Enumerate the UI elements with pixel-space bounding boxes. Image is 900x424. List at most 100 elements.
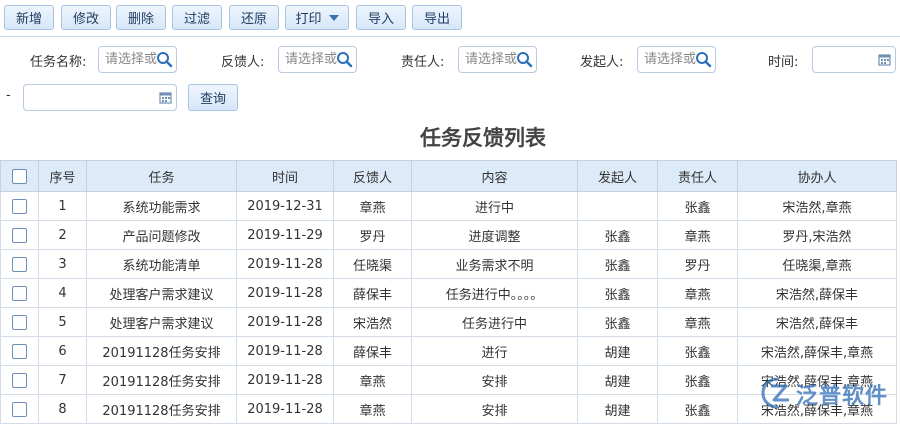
table-cell[interactable]: 处理客户需求建议: [86, 307, 237, 337]
table-cell[interactable]: 胡建: [577, 365, 658, 395]
watermark-logo: 泛普软件: [760, 376, 900, 410]
table-cell[interactable]: 系统功能清单: [86, 249, 237, 279]
select-all-cell[interactable]: [0, 160, 39, 192]
row-checkbox[interactable]: [12, 343, 27, 359]
row-select-cell[interactable]: [0, 394, 39, 424]
table-cell[interactable]: 薛保丰: [333, 278, 412, 308]
table-cell[interactable]: 产品问题修改: [86, 220, 237, 250]
table-cell: 2019-11-28: [236, 307, 334, 337]
table-cell[interactable]: 张鑫: [657, 191, 738, 221]
row-select-cell[interactable]: [0, 365, 39, 395]
column-header[interactable]: 时间: [236, 160, 334, 192]
table-cell: 2: [38, 220, 87, 250]
table-row[interactable]: 4 处理客户需求建议 2019-11-28 薛保丰 任务进行中。。。。 张鑫 章燕 宋浩然,薛…: [0, 278, 897, 308]
row-select-cell[interactable]: [0, 336, 39, 366]
table-row[interactable]: 1 系统功能需求 2019-12-31 章燕 进行中 张鑫 宋浩然,章燕: [0, 191, 897, 221]
export-button[interactable]: 导出: [412, 5, 462, 30]
logo-icon: [761, 377, 789, 409]
table-cell[interactable]: 罗丹: [333, 220, 412, 250]
calendar-icon[interactable]: [159, 91, 172, 104]
row-checkbox[interactable]: [12, 401, 27, 417]
column-header[interactable]: 发起人: [577, 160, 658, 192]
table-cell[interactable]: 20191128任务安排: [86, 365, 237, 395]
filter-button[interactable]: 过滤: [172, 5, 222, 30]
table-cell[interactable]: 20191128任务安排: [86, 336, 237, 366]
row-select-cell[interactable]: [0, 278, 39, 308]
restore-button[interactable]: 还原: [229, 5, 279, 30]
row-checkbox[interactable]: [12, 372, 27, 388]
table-cell: 2019-11-28: [236, 394, 334, 424]
table-cell[interactable]: 处理客户需求建议: [86, 278, 237, 308]
print-button[interactable]: 打印: [285, 5, 349, 30]
table-cell[interactable]: 张鑫: [657, 336, 738, 366]
table-cell[interactable]: 胡建: [577, 336, 658, 366]
table-cell[interactable]: 系统功能需求: [86, 191, 237, 221]
initiator-input[interactable]: 请选择或: [637, 46, 716, 73]
table-cell: 进行: [411, 336, 578, 366]
table-row[interactable]: 5 处理客户需求建议 2019-11-28 宋浩然 任务进行中 张鑫 章燕 宋浩然,薛保丰: [0, 307, 897, 337]
table-cell[interactable]: 章燕: [657, 220, 738, 250]
row-checkbox[interactable]: [12, 256, 27, 272]
table-cell[interactable]: 罗丹: [657, 249, 738, 279]
row-select-cell[interactable]: [0, 191, 39, 221]
table-cell[interactable]: 章燕: [333, 191, 412, 221]
row-checkbox[interactable]: [12, 198, 27, 214]
table-cell[interactable]: 宋浩然: [333, 307, 412, 337]
search-icon[interactable]: [156, 51, 173, 68]
task-name-input[interactable]: 请选择或: [98, 46, 177, 73]
search-icon[interactable]: [516, 51, 533, 68]
table-cell[interactable]: 章燕: [333, 394, 412, 424]
table-cell[interactable]: 张鑫: [577, 249, 658, 279]
column-header[interactable]: 序号: [38, 160, 87, 192]
row-checkbox[interactable]: [12, 227, 27, 243]
calendar-icon[interactable]: [878, 53, 891, 66]
table-cell[interactable]: 薛保丰: [333, 336, 412, 366]
table-cell: 罗丹,宋浩然: [737, 220, 897, 250]
row-select-cell[interactable]: [0, 249, 39, 279]
table-cell[interactable]: [577, 191, 658, 221]
feedback-person-input[interactable]: 请选择或: [278, 46, 357, 73]
table-row[interactable]: 6 20191128任务安排 2019-11-28 薛保丰 进行 胡建 张鑫 宋浩然,薛保丰,…: [0, 336, 897, 366]
table-cell[interactable]: 章燕: [657, 278, 738, 308]
row-select-cell[interactable]: [0, 307, 39, 337]
table-cell: 5: [38, 307, 87, 337]
query-button[interactable]: 查询: [188, 84, 238, 111]
select-all-checkbox[interactable]: [12, 168, 27, 184]
delete-button[interactable]: 删除: [116, 5, 166, 30]
range-dash: -: [6, 88, 11, 103]
table-cell[interactable]: 张鑫: [657, 365, 738, 395]
query-button-label: 查询: [199, 92, 226, 107]
table-cell[interactable]: 章燕: [333, 365, 412, 395]
add-button[interactable]: 新增: [4, 5, 54, 30]
table-cell: 2019-11-28: [236, 249, 334, 279]
responsible-person-input[interactable]: 请选择或: [458, 46, 537, 73]
table-cell[interactable]: 张鑫: [577, 278, 658, 308]
table-row[interactable]: 3 系统功能清单 2019-11-28 任晓渠 业务需求不明 张鑫 罗丹 任晓渠,章燕: [0, 249, 897, 279]
edit-button[interactable]: 修改: [61, 5, 111, 30]
column-header[interactable]: 内容: [411, 160, 578, 192]
table-cell[interactable]: 任晓渠: [333, 249, 412, 279]
column-header[interactable]: 任务: [86, 160, 237, 192]
time-start-input[interactable]: [812, 46, 896, 73]
table-cell[interactable]: 张鑫: [577, 220, 658, 250]
table-cell[interactable]: 胡建: [577, 394, 658, 424]
table-cell: 业务需求不明: [411, 249, 578, 279]
page-title: 任务反馈列表: [420, 126, 546, 150]
import-button[interactable]: 导入: [356, 5, 406, 30]
column-header[interactable]: 协办人: [737, 160, 897, 192]
time-end-input[interactable]: [23, 84, 177, 111]
search-icon[interactable]: [336, 51, 353, 68]
column-header[interactable]: 责任人: [657, 160, 738, 192]
row-checkbox[interactable]: [12, 314, 27, 330]
table-cell[interactable]: 张鑫: [657, 394, 738, 424]
search-icon[interactable]: [695, 51, 712, 68]
table-cell: 宋浩然,章燕: [737, 191, 897, 221]
row-select-cell[interactable]: [0, 220, 39, 250]
table-cell[interactable]: 章燕: [657, 307, 738, 337]
table-cell[interactable]: 张鑫: [577, 307, 658, 337]
table-cell[interactable]: 20191128任务安排: [86, 394, 237, 424]
table-cell: 4: [38, 278, 87, 308]
column-header[interactable]: 反馈人: [333, 160, 412, 192]
table-row[interactable]: 2 产品问题修改 2019-11-29 罗丹 进度调整 张鑫 章燕 罗丹,宋浩然: [0, 220, 897, 250]
row-checkbox[interactable]: [12, 285, 27, 301]
